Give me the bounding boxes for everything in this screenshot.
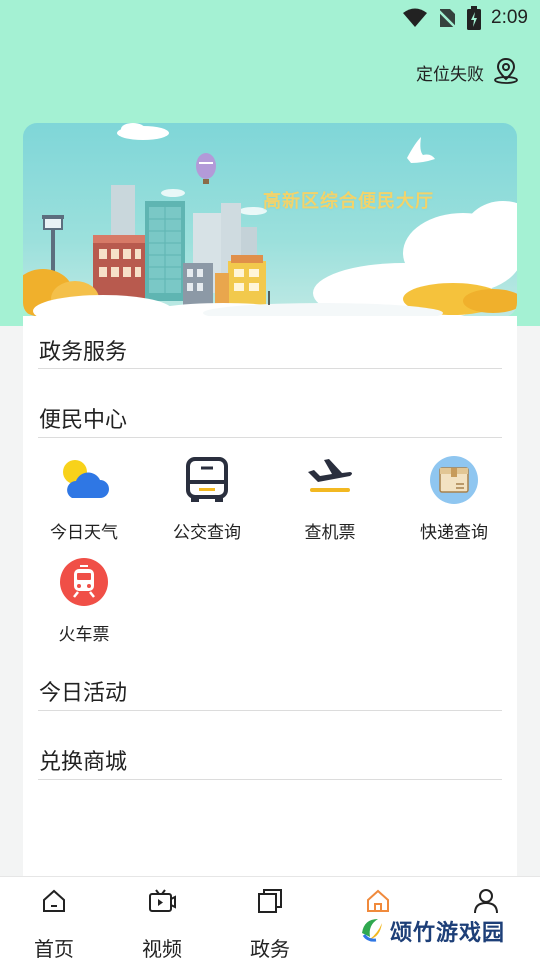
nav-video[interactable]: 视频 [112, 887, 212, 960]
home-icon [40, 887, 68, 919]
nav-label: 政务 [250, 937, 290, 960]
divider [38, 437, 502, 438]
nav-label: 视频 [142, 937, 182, 960]
section-exchange-mall[interactable]: 兑换商城 [39, 744, 127, 776]
nav-label: 首页 [34, 937, 74, 960]
gov-icon [256, 887, 284, 919]
train-icon [58, 556, 110, 608]
service-label: 快递查询 [420, 523, 488, 543]
service-bus[interactable]: 公交查询 [157, 454, 257, 543]
watermark-text: 颂竹游戏园 [390, 921, 506, 946]
service-train[interactable]: 火车票 [34, 556, 134, 645]
location-label: 定位失败 [416, 64, 484, 85]
package-icon [428, 454, 480, 506]
service-weather[interactable]: 今日天气 [34, 454, 134, 543]
section-today-activity[interactable]: 今日活动 [39, 675, 127, 707]
service-label: 今日天气 [50, 523, 118, 543]
service-label: 查机票 [304, 523, 356, 543]
battery-icon [467, 6, 482, 30]
no-sim-icon [437, 7, 457, 29]
divider [38, 368, 502, 369]
divider [38, 710, 502, 711]
divider [38, 779, 502, 780]
status-bar: 2:09 [0, 0, 540, 36]
section-gov-service[interactable]: 政务服务 [39, 334, 127, 366]
section-convenience[interactable]: 便民中心 [39, 402, 127, 434]
map-pin-icon [492, 56, 520, 89]
service-express[interactable]: 快递查询 [404, 454, 504, 543]
bus-icon [181, 454, 233, 506]
status-time: 2:09 [491, 7, 528, 28]
service-label: 公交查询 [173, 523, 241, 543]
weather-icon [58, 454, 110, 506]
content-card: 政务服务 便民中心 今日天气 公交查询 查机票 快递查询 火车票 今日活动 兑换… [23, 316, 517, 876]
service-label: 火车票 [58, 625, 110, 645]
location-button[interactable]: 定位失败 [416, 56, 520, 88]
wifi-icon [403, 8, 428, 28]
plane-icon [304, 454, 356, 506]
banner-title: 高新区综合便民大厅 [263, 191, 434, 212]
video-icon [148, 887, 176, 919]
banner-image[interactable]: 高新区综合便民大厅 [23, 123, 517, 317]
nav-gov[interactable]: 政务 [220, 887, 320, 960]
service-flight[interactable]: 查机票 [280, 454, 380, 543]
watermark: 颂竹游戏园 [358, 915, 505, 947]
nav-home[interactable]: 首页 [4, 887, 104, 960]
watermark-logo-icon [358, 915, 386, 947]
